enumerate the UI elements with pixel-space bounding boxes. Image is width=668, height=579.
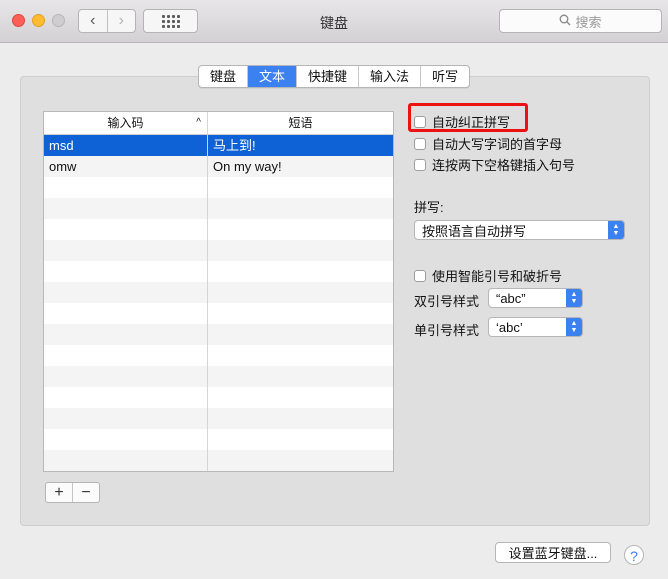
cell-code: omw [44, 156, 208, 177]
cell-phrase: On my way! [213, 159, 282, 174]
empty-row [44, 261, 393, 282]
table-row[interactable]: omw On my way! [44, 156, 393, 177]
empty-row [44, 450, 393, 471]
tab-bar: 键盘 文本 快捷键 输入法 听写 [198, 65, 471, 88]
empty-row [44, 198, 393, 219]
tab-dictation[interactable]: 听写 [421, 66, 469, 87]
double-space-label: 连按两下空格键插入句号 [432, 158, 576, 173]
search-field[interactable]: 搜索 [499, 9, 662, 33]
empty-row [44, 324, 393, 345]
cell-phrase: 马上到! [213, 138, 256, 153]
table-header: 输入码 ^ 短语 [44, 112, 393, 135]
single-quote-style-popup[interactable]: ‘abc’ ▲ ▼ [488, 317, 583, 337]
spelling-value: 按照语言自动拼写 [422, 223, 527, 239]
column-header-code-label: 输入码 [107, 116, 144, 130]
checkbox-box[interactable] [414, 115, 426, 128]
empty-row [44, 282, 393, 303]
empty-row [44, 366, 393, 387]
empty-row [44, 345, 393, 366]
autocorrect-label: 自动纠正拼写 [432, 115, 511, 130]
help-button[interactable]: ? [624, 545, 644, 565]
double-quote-value: “abc” [496, 290, 526, 306]
empty-row [44, 429, 393, 450]
setup-bluetooth-keyboard-button[interactable]: 设置蓝牙键盘... [495, 542, 611, 563]
table-row[interactable]: msd 马上到! [44, 135, 393, 156]
remove-button[interactable]: − [72, 483, 99, 502]
spelling-label: 拼写: [414, 200, 444, 215]
empty-row [44, 177, 393, 198]
tab-shortcuts[interactable]: 快捷键 [297, 66, 360, 87]
checkbox-box[interactable] [414, 137, 426, 150]
double-quote-style-popup[interactable]: “abc” ▲ ▼ [488, 288, 583, 308]
smart-quotes-label: 使用智能引号和破折号 [432, 269, 563, 284]
search-placeholder: 搜索 [575, 14, 602, 30]
column-header-phrase[interactable]: 短语 [208, 112, 393, 134]
updown-arrows-icon: ▲ ▼ [566, 318, 582, 336]
search-icon [559, 14, 571, 29]
add-button[interactable]: + [46, 483, 72, 502]
empty-row [44, 219, 393, 240]
capitalize-label: 自动大写字词的首字母 [432, 137, 563, 152]
autocorrect-checkbox[interactable]: 自动纠正拼写 [414, 112, 510, 131]
tab-keyboard[interactable]: 键盘 [199, 66, 249, 87]
empty-row [44, 240, 393, 261]
double-quote-style-label: 双引号样式 [414, 294, 480, 309]
updown-arrows-icon: ▲ ▼ [566, 289, 582, 307]
tab-input-sources[interactable]: 输入法 [359, 66, 422, 87]
title-bar: ‹ › 键盘 搜索 [0, 0, 668, 43]
updown-arrows-icon: ▲ ▼ [608, 221, 624, 239]
sort-ascending-icon: ^ [196, 117, 201, 128]
smart-quotes-checkbox[interactable]: 使用智能引号和破折号 [414, 266, 562, 285]
spelling-popup[interactable]: 按照语言自动拼写 ▲ ▼ [414, 220, 625, 240]
single-quote-style-label: 单引号样式 [414, 323, 480, 338]
tab-text[interactable]: 文本 [248, 66, 298, 87]
table-body: msd 马上到! omw On my way! [44, 135, 393, 471]
single-quote-value: ‘abc’ [496, 319, 523, 335]
column-header-code[interactable]: 输入码 ^ [44, 112, 208, 134]
empty-row [44, 303, 393, 324]
text-replacement-table[interactable]: 输入码 ^ 短语 msd 马上到! omw On my way! [43, 111, 394, 472]
empty-row [44, 387, 393, 408]
cell-code: msd [44, 135, 208, 156]
table-edit-buttons: + − [45, 482, 100, 503]
empty-row [44, 408, 393, 429]
double-space-period-checkbox[interactable]: 连按两下空格键插入句号 [414, 155, 575, 174]
checkbox-box[interactable] [414, 158, 426, 171]
capitalize-checkbox[interactable]: 自动大写字词的首字母 [414, 134, 562, 153]
checkbox-box[interactable] [414, 269, 426, 282]
